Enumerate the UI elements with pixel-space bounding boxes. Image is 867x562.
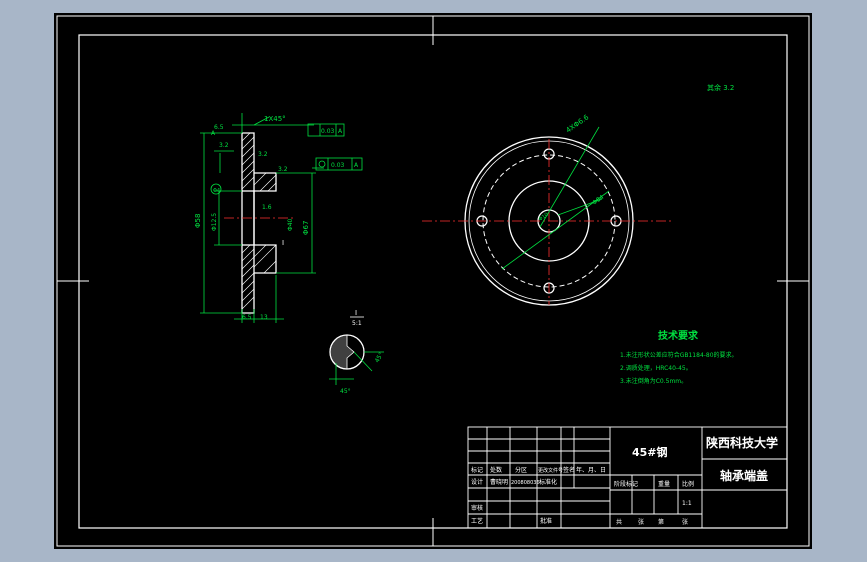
inner-frame <box>78 34 788 529</box>
tol-value-2: 0.03 <box>331 162 345 169</box>
dim-d4: Φ4 <box>213 188 220 194</box>
dim-d7: Φ40 <box>287 218 294 231</box>
stage-mark-label: 阶段标记 <box>614 480 638 488</box>
centering-marks <box>57 16 809 546</box>
drawing-sheet: 1X45° 0.03 A 0.03 A 6.5 3.2 3.2 Φ4 Φ58 Φ… <box>56 15 810 547</box>
dim-d1: 6.5 <box>214 124 224 131</box>
hdr-count: 处数 <box>490 466 502 474</box>
approve-label: 批准 <box>540 517 552 525</box>
part-name: 轴承端盖 <box>720 468 768 483</box>
hdr-mark: 标记 <box>471 466 483 474</box>
front-view: 4XΦ6.6 Φ84 Φ10 其余 3.2 <box>422 83 734 306</box>
dim-d5: Φ58 <box>194 214 202 228</box>
sheet-unit-2: 张 <box>682 518 688 526</box>
tol-value-1: 0.03 <box>321 128 335 135</box>
dim-d2: 3.2 <box>219 142 229 149</box>
dim-d9: 1.6 <box>262 204 272 211</box>
tech-req-title: 技术要求 <box>658 329 699 342</box>
roughness-corner: 其余 3.2 <box>707 83 734 92</box>
weight-label: 重量 <box>658 480 670 488</box>
dim-d3: 3.2 <box>258 151 268 158</box>
tech-req-item-3: 3.未注倒角为C0.5mm。 <box>620 377 687 385</box>
dim-d10: 6.5 <box>242 314 252 321</box>
tol-ref-2: A <box>354 162 359 169</box>
designer-label: 设计 <box>471 478 483 486</box>
scale-value: 1:1 <box>682 500 692 507</box>
tol-ref-1: A <box>338 128 343 135</box>
dim-d6: Φ12.5 <box>211 213 218 231</box>
drawing-canvas: 1X45° 0.03 A 0.03 A 6.5 3.2 3.2 Φ4 Φ58 Φ… <box>54 13 812 549</box>
dim-d12: 3.2 <box>278 166 288 173</box>
outer-border <box>56 15 810 547</box>
hdr-sign: 签名 <box>563 466 575 474</box>
school-name: 陕西科技大学 <box>706 435 778 450</box>
tech-requirements: 技术要求 1.未注形状公差应符合GB1184-80的要求。 2.调质处理，HRC… <box>620 329 738 385</box>
designer-name: 曹晓明 <box>490 478 508 486</box>
detail-angle-2: 45° <box>340 388 351 395</box>
detail-label: I <box>355 309 357 317</box>
tech-req-item-2: 2.调质处理，HRC40-45。 <box>620 364 692 372</box>
review-label: 审核 <box>471 504 483 512</box>
process-label: 工艺 <box>471 517 483 525</box>
detail-view: I 5:1 45° 45° <box>329 309 385 395</box>
dim-d8: Φ67 <box>302 221 310 235</box>
dim-d11: 13 <box>260 314 268 321</box>
sheet-unit-1: 张 <box>638 518 644 526</box>
datum-label: A <box>211 130 216 137</box>
scale-label: 比例 <box>682 480 694 488</box>
hdr-zone: 分区 <box>515 466 527 474</box>
hdr-date: 年、月、日 <box>576 466 606 474</box>
material-label: 45#钢 <box>632 445 668 459</box>
sheet-no: 第 <box>658 518 664 526</box>
detail-scale: 5:1 <box>352 320 362 327</box>
view-label: I <box>282 239 284 247</box>
sheet-total: 共 <box>616 518 622 526</box>
hdr-change: 更改文件号 <box>538 467 563 474</box>
standardization-label: 标准化 <box>539 478 557 486</box>
section-view: 1X45° 0.03 A 0.03 A 6.5 3.2 3.2 Φ4 Φ58 Φ… <box>194 113 363 323</box>
detail-angle-1: 45° <box>374 351 385 364</box>
dim-pcd: 4XΦ6.6 <box>565 113 591 135</box>
dim-chamfer: 1X45° <box>264 115 286 123</box>
student-no: 200808036 <box>511 480 540 486</box>
tech-req-item-1: 1.未注形状公差应符合GB1184-80的要求。 <box>620 351 738 359</box>
